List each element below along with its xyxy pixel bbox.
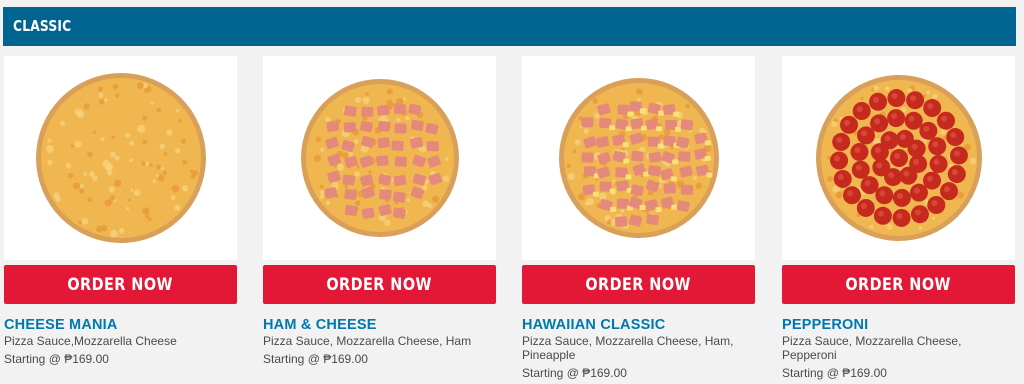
product-card-hawaiian-classic: ORDER NOW HAWAIIAN CLASSIC Pizza Sauce, …: [522, 56, 755, 380]
product-price: Starting @ ₱169.00: [522, 366, 627, 380]
section-title: CLASSIC: [13, 17, 72, 35]
order-now-button[interactable]: ORDER NOW: [4, 265, 237, 304]
section-header-classic: CLASSIC: [3, 7, 1016, 46]
pizza-ham-icon: [300, 79, 459, 237]
product-price: Starting @ ₱169.00: [782, 366, 887, 380]
product-name[interactable]: CHEESE MANIA: [4, 317, 237, 333]
product-card-ham-cheese: ORDER NOW HAM & CHEESE Pizza Sauce, Mozz…: [263, 56, 496, 366]
product-price: Starting @ ₱169.00: [263, 352, 368, 366]
product-price: Starting @ ₱169.00: [4, 352, 109, 366]
product-card-cheese-mania: ORDER NOW CHEESE MANIA Pizza Sauce,Mozza…: [4, 56, 237, 366]
order-now-button[interactable]: ORDER NOW: [263, 265, 496, 304]
product-image-ham-cheese[interactable]: [263, 56, 496, 260]
product-description: Pizza Sauce, Mozzarella Cheese, Ham: [263, 334, 472, 348]
product-card-pepperoni: ORDER NOW PEPPERONI Pizza Sauce, Mozzare…: [782, 56, 1015, 380]
order-now-button[interactable]: ORDER NOW: [522, 265, 755, 304]
product-image-cheese-mania[interactable]: [4, 56, 237, 260]
product-description: Pizza Sauce, Mozzarella Cheese, Pepperon…: [782, 334, 962, 362]
pizza-hawaiian-icon: [558, 78, 719, 238]
product-image-hawaiian-classic[interactable]: [522, 56, 755, 260]
pizza-pepperoni-icon: [815, 75, 982, 241]
product-description: Pizza Sauce,Mozzarella Cheese: [4, 334, 177, 348]
product-name[interactable]: HAWAIIAN CLASSIC: [522, 317, 755, 333]
product-description: Pizza Sauce, Mozzarella Cheese, Ham, Pin…: [522, 334, 734, 362]
pizza-cheese-icon: [35, 73, 206, 243]
order-now-button[interactable]: ORDER NOW: [782, 265, 1015, 304]
product-image-pepperoni[interactable]: [782, 56, 1015, 260]
product-name[interactable]: PEPPERONI: [782, 317, 1015, 333]
product-name[interactable]: HAM & CHEESE: [263, 317, 496, 333]
